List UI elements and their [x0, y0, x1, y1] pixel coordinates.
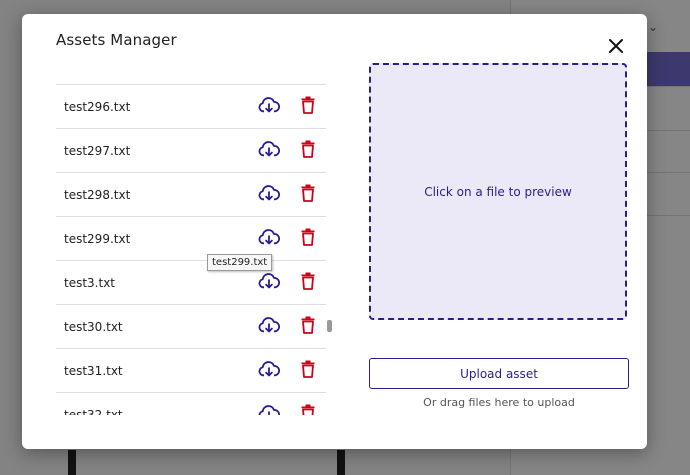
scrollbar-thumb[interactable]	[327, 320, 332, 332]
file-name: test298.txt	[64, 187, 131, 202]
trash-icon	[301, 360, 315, 378]
file-preview-area[interactable]: Click on a file to preview	[369, 63, 627, 320]
cloud-download-icon	[258, 185, 281, 201]
cloud-download-icon	[258, 317, 281, 333]
trash-icon	[301, 228, 315, 246]
delete-button[interactable]	[300, 315, 316, 337]
download-button[interactable]	[258, 228, 281, 248]
file-name: test297.txt	[64, 143, 131, 158]
file-row[interactable]: test299.txt	[56, 217, 326, 261]
cloud-download-icon	[258, 141, 281, 157]
trash-icon	[301, 316, 315, 334]
file-name: test299.txt	[64, 231, 131, 246]
file-name: test32.txt	[64, 407, 123, 416]
delete-button[interactable]	[300, 359, 316, 381]
assets-manager-modal: Assets Manager test296.txt test297.txt t…	[22, 14, 647, 449]
file-name: test30.txt	[64, 319, 123, 334]
delete-button[interactable]	[300, 227, 316, 249]
download-button[interactable]	[258, 316, 281, 336]
cloud-download-icon	[258, 97, 281, 113]
delete-button[interactable]	[300, 271, 316, 293]
download-button[interactable]	[258, 184, 281, 204]
delete-button[interactable]	[300, 95, 316, 117]
cloud-download-icon	[258, 273, 281, 289]
cloud-download-icon	[258, 229, 281, 245]
download-button[interactable]	[258, 140, 281, 160]
close-button[interactable]	[605, 35, 627, 57]
cloud-download-icon	[258, 405, 281, 415]
delete-button[interactable]	[300, 183, 316, 205]
file-row[interactable]: test297.txt	[56, 129, 326, 173]
trash-icon	[301, 272, 315, 290]
preview-placeholder: Click on a file to preview	[424, 184, 572, 199]
file-name: test3.txt	[64, 275, 116, 290]
trash-icon	[301, 96, 315, 114]
file-name-tooltip: test299.txt	[207, 254, 273, 271]
trash-icon	[301, 404, 315, 415]
delete-button[interactable]	[300, 403, 316, 415]
download-button[interactable]	[258, 360, 281, 380]
file-list[interactable]: test296.txt test297.txt test298.txt test…	[56, 84, 326, 415]
file-row[interactable]: test30.txt	[56, 305, 326, 349]
drag-upload-hint: Or drag files here to upload	[423, 396, 575, 409]
file-row[interactable]: test32.txt	[56, 393, 326, 415]
file-row[interactable]: test31.txt	[56, 349, 326, 393]
file-name: test296.txt	[64, 99, 131, 114]
download-button[interactable]	[258, 96, 281, 116]
file-row[interactable]: test298.txt	[56, 173, 326, 217]
file-name: test31.txt	[64, 363, 123, 378]
file-row[interactable]: test3.txt	[56, 261, 326, 305]
download-button[interactable]	[258, 404, 281, 415]
file-row[interactable]: test296.txt	[56, 85, 326, 129]
delete-button[interactable]	[300, 139, 316, 161]
modal-title: Assets Manager	[56, 31, 177, 49]
trash-icon	[301, 140, 315, 158]
download-button[interactable]	[258, 272, 281, 292]
close-icon	[609, 39, 623, 53]
upload-asset-button[interactable]: Upload asset	[369, 358, 629, 389]
cloud-download-icon	[258, 361, 281, 377]
trash-icon	[301, 184, 315, 202]
